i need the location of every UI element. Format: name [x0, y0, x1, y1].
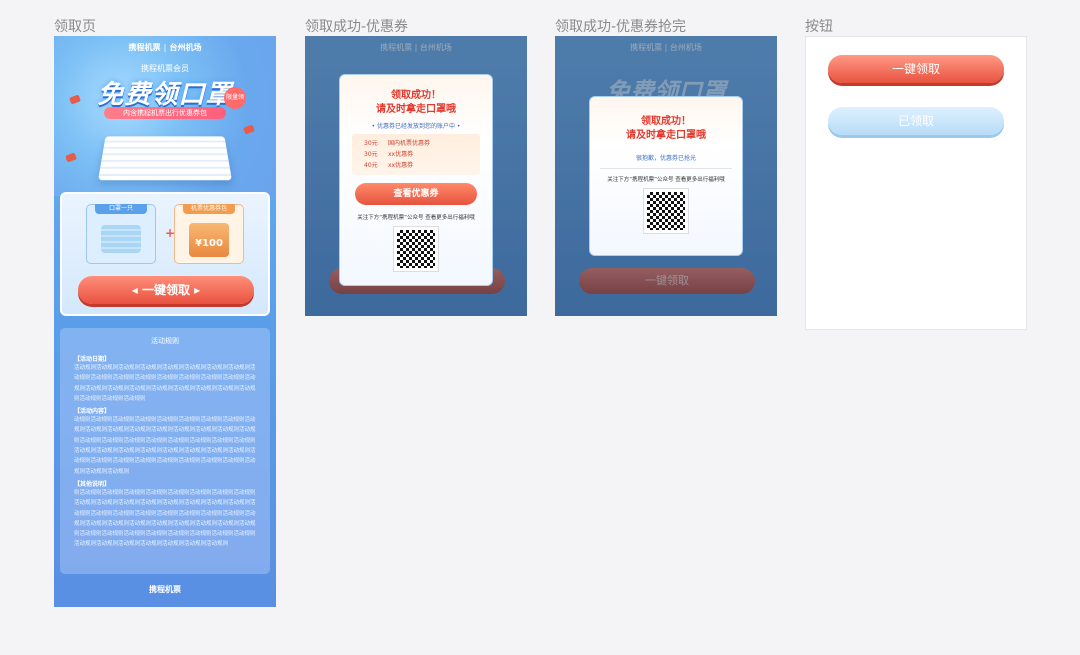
mask-icon — [101, 225, 141, 253]
coupon-name: 国内机票优惠券 — [388, 140, 431, 147]
frame-label-landing: 领取页 — [54, 19, 96, 35]
rules-heading: 【活动内容】 — [74, 408, 111, 416]
success-soldout-screen: 携程机票 | 台州机场 免费领口罩 一键领取 领取成功！ 请及时拿走口罩哦 很抱… — [555, 36, 777, 316]
hero-banner: 携程机票 | 台州机场 携程机票会员 免费领口罩 限量领 内含携程机票出行优惠券包 — [54, 36, 276, 196]
hero-subtitle: 内含携程机票出行优惠券包 — [104, 107, 226, 119]
coupon-row: 30元 xx优惠券 — [358, 149, 474, 160]
coupon-amount: 40元 — [364, 162, 378, 169]
claim-button-disabled: 已领取 — [828, 107, 1004, 135]
hero-top-text: 携程机票会员 — [141, 64, 189, 73]
prize-mask: 口罩一只 — [86, 204, 156, 264]
popup-title-line2: 请及时拿走口罩哦 — [376, 104, 456, 115]
qr-code — [393, 226, 439, 272]
rules-title: 活动规则 — [151, 337, 179, 345]
coupon-list: 30元 国内机票优惠券 30元 xx优惠券 40元 xx优惠券 — [352, 134, 480, 175]
popup-note: • 优惠券已经发放到您的账户中 • — [371, 123, 461, 130]
claim-button-label: 一键领取 — [141, 283, 190, 297]
follow-text: 关注下方“携程机票”公众号 查看更多出行福利哦 — [607, 177, 725, 183]
brand-logo: 携程机票 — [128, 43, 161, 52]
ticket-deco-icon — [243, 124, 255, 135]
landing-page: 携程机票 | 台州机场 携程机票会员 免费领口罩 限量领 内含携程机票出行优惠券包 … — [54, 36, 276, 607]
prize-tag: 机票优惠券包 — [183, 204, 235, 214]
claim-button-active[interactable]: 一键领取 — [828, 55, 1004, 83]
button-states-panel: 一键领取 已领取 — [805, 36, 1027, 330]
limited-badge: 限量领 — [224, 87, 246, 109]
coupon-box-icon: ¥100 — [189, 223, 229, 257]
success-coupon-screen: 携程机票 | 台州机场 免费领口罩 一键领取 领取成功！ 请及时拿走口罩哦 • … — [305, 36, 527, 316]
success-popup: 领取成功！ 请及时拿走口罩哦 • 优惠券已经发放到您的账户中 • 30元 国内机票… — [339, 74, 493, 286]
soldout-note: 很抱歉，优惠券已抢光 — [635, 155, 696, 162]
prize-coupon-pack: 机票优惠券包 ¥100 — [174, 204, 244, 264]
frame-label-buttons: 按钮 — [805, 19, 833, 35]
qr-code — [643, 188, 689, 234]
rules-body: 则活动规则活动规则活动规则活动规则活动规则活动规则活动规则活动规则活动规则活动规… — [74, 489, 256, 548]
rules-body: 动规则活动规则活动规则活动规则活动规则活动规则活动规则活动规则活动规则活动规则活… — [74, 417, 256, 475]
footer-logo: 携程机票 — [149, 585, 181, 594]
coupon-amount: 30元 — [364, 151, 378, 158]
airport-name: 台州机场 — [169, 43, 202, 52]
ticket-deco-icon — [65, 152, 77, 163]
follow-text: 关注下方“携程机票”公众号 查看更多出行福利哦 — [357, 215, 475, 221]
brand-row: 携程机票 | 台州机场 — [128, 43, 202, 52]
rules-heading: 【活动日期】 — [74, 356, 111, 363]
rules-body: 活动规则活动规则活动规则活动规则活动规则活动规则活动规则活动规则活动规则活动规则… — [74, 365, 256, 402]
coupon-name: xx优惠券 — [388, 151, 414, 158]
coupon-name: xx优惠券 — [388, 162, 414, 169]
divider — [600, 168, 732, 169]
prize-tag: 口罩一只 — [95, 204, 147, 214]
prize-card: 口罩一只 + 机票优惠券包 ¥100 ◂ 一键领取 ▸ — [60, 192, 270, 316]
popup-title-line2: 请及时拿走口罩哦 — [626, 130, 706, 141]
mask-illustration — [98, 136, 232, 181]
claim-button[interactable]: ◂ 一键领取 ▸ — [78, 276, 254, 304]
frame-label-success: 领取成功-优惠券 — [305, 19, 409, 35]
rules-panel: 活动规则 【活动日期】 活动规则活动规则活动规则活动规则活动规则活动规则活动规则… — [60, 328, 270, 574]
coupon-value: 100 — [202, 238, 223, 249]
popup-title-line1: 领取成功！ — [641, 116, 691, 127]
coupon-row: 40元 xx优惠券 — [358, 160, 474, 171]
frame-label-soldout: 领取成功-优惠券抢完 — [555, 19, 687, 35]
soldout-popup: 领取成功！ 请及时拿走口罩哦 很抱歉，优惠券已抢光 关注下方“携程机票”公众号 … — [589, 96, 743, 256]
coupon-row: 30元 国内机票优惠券 — [358, 138, 474, 149]
coupon-amount: 30元 — [364, 140, 378, 147]
rules-heading: 【其他说明】 — [74, 480, 111, 488]
popup-title-line1: 领取成功！ — [391, 90, 441, 101]
view-coupon-button[interactable]: 查看优惠券 — [355, 183, 477, 205]
